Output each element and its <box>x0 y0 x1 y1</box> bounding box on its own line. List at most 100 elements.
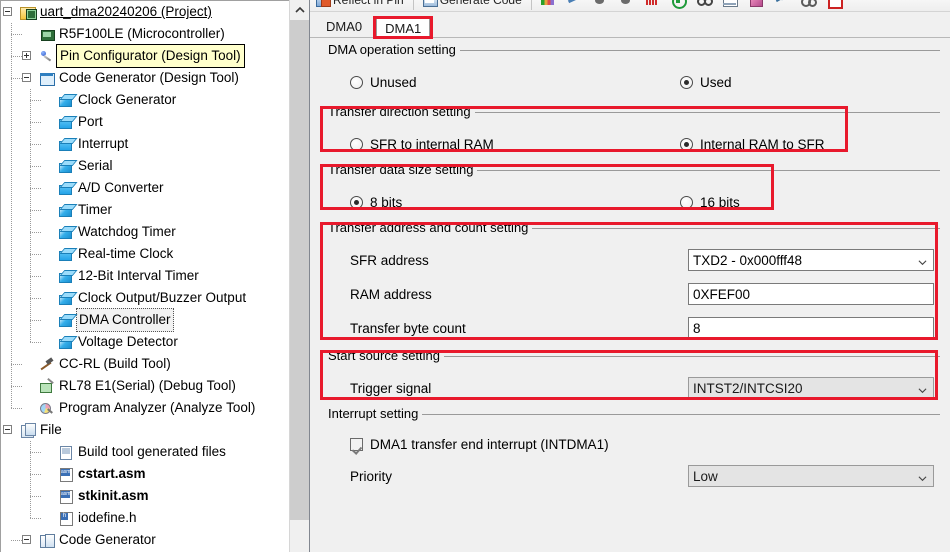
toolbar-button-label: Reflect in Pin <box>333 0 404 7</box>
radio-direction-sfr-to-ram[interactable]: SFR to internal RAM <box>350 137 680 152</box>
tree-item[interactable]: DMA Controller <box>1 308 289 332</box>
gears-icon <box>800 0 817 7</box>
tree-item-label: Voltage Detector <box>78 334 178 349</box>
radio-data-size-16bits[interactable]: 16 bits <box>680 195 740 210</box>
tree-item[interactable]: iodefine.h <box>1 507 289 529</box>
trigger-signal-combo[interactable]: INTST2/INTCSI20 <box>688 377 934 399</box>
tree-collapse-icon[interactable] <box>22 73 31 82</box>
dma-settings-panel: Reflect in Pin Generate Code DMA0 DMA1 D… <box>310 0 950 552</box>
cube-icon <box>57 224 75 240</box>
group-body: SFR address TXD2 - 0x000fff48 RAM addres… <box>322 235 940 345</box>
tree-item[interactable]: Clock Output/Buzzer Output <box>1 287 289 309</box>
tree-guide-line <box>30 144 42 145</box>
group-title: Interrupt setting <box>322 406 423 421</box>
toolbar-blue-arrow-button[interactable] <box>769 0 795 11</box>
toolbar[interactable]: Reflect in Pin Generate Code <box>310 0 950 12</box>
tree-item[interactable]: Voltage Detector <box>1 331 289 353</box>
asm-file-icon <box>57 466 75 482</box>
tree-item[interactable]: Code Generator (Design Tool) <box>1 67 289 89</box>
toolbar-magnifier-button[interactable] <box>613 0 639 11</box>
tree-item[interactable]: R5F100LE (Microcontroller) <box>1 23 289 45</box>
sfr-address-combo[interactable]: TXD2 - 0x000fff48 <box>688 249 934 271</box>
tree-item[interactable]: File <box>1 419 289 441</box>
project-tree[interactable]: uart_dma20240206 (Project) R5F100LE (Micr… <box>0 0 289 552</box>
toolbar-run-button[interactable] <box>665 0 691 11</box>
tree-item[interactable]: Program Analyzer (Analyze Tool) <box>1 397 289 419</box>
toolbar-glasses-button[interactable] <box>691 0 717 11</box>
ram-address-input[interactable]: 0XFEF00 <box>688 283 934 305</box>
toolbar-reflect-in-pin-button[interactable]: Reflect in Pin <box>310 0 410 11</box>
tree-collapse-icon[interactable] <box>3 7 12 16</box>
tree-item[interactable]: Serial <box>1 155 289 177</box>
toolbar-generate-code-button[interactable]: Generate Code <box>417 0 528 11</box>
tree-item[interactable]: Build tool generated files <box>1 441 289 463</box>
transfer-byte-count-value: 8 <box>693 320 701 336</box>
tree-item-label: RL78 E1(Serial) (Debug Tool) <box>59 378 236 393</box>
toolbar-pink-tool-button[interactable] <box>743 0 769 11</box>
radio-data-size-8bits[interactable]: 8 bits <box>350 195 680 210</box>
radio-direction-ram-to-sfr[interactable]: Internal RAM to SFR <box>680 137 825 152</box>
tree-item[interactable]: cstart.asm <box>1 463 289 485</box>
tree-item[interactable]: Code Generator <box>1 529 289 551</box>
tree-item-label: Pin Configurator (Design Tool) <box>56 44 245 68</box>
tree-item-label: Port <box>78 114 103 129</box>
scroll-thumb[interactable] <box>290 20 309 520</box>
toolbar-debug-button[interactable] <box>587 0 613 11</box>
transfer-byte-count-input[interactable]: 8 <box>688 317 934 339</box>
tree-item[interactable]: CC-RL (Build Tool) <box>1 353 289 375</box>
tree-item[interactable]: A/D Converter <box>1 177 289 199</box>
tree-expand-icon[interactable] <box>22 51 31 60</box>
tree-item[interactable]: stkinit.asm <box>1 485 289 507</box>
checkbox-dma1-transfer-end-interrupt[interactable]: DMA1 transfer end interrupt (INTDMA1) <box>350 437 609 452</box>
tree-vertical-scrollbar[interactable] <box>289 0 309 552</box>
label-sfr-address: SFR address <box>350 252 429 268</box>
chevron-down-icon <box>918 383 927 394</box>
tree-guide-line <box>11 34 23 35</box>
toolbar-stop-button[interactable] <box>821 0 847 11</box>
group-start-source-setting: Start source setting Trigger signal INTS… <box>320 348 940 402</box>
tree-item[interactable]: uart_dma20240206 (Project) <box>1 1 289 23</box>
tree-item[interactable]: Port <box>1 111 289 133</box>
radio-dma-operation-unused[interactable]: Unused <box>350 75 680 90</box>
toolbar-wrench-button[interactable] <box>561 0 587 11</box>
priority-combo[interactable]: Low <box>688 465 934 487</box>
tab-label: DMA0 <box>326 19 363 34</box>
radio-dma-operation-used[interactable]: Used <box>680 75 732 90</box>
cube-icon <box>57 268 75 284</box>
toolbar-color-palette-button[interactable] <box>535 0 561 11</box>
cube-icon <box>57 312 75 328</box>
tree-collapse-icon[interactable] <box>22 535 31 544</box>
tree-item[interactable]: Interrupt <box>1 133 289 155</box>
checkbox-label: DMA1 transfer end interrupt (INTDMA1) <box>370 436 609 452</box>
tree-item-label: R5F100LE (Microcontroller) <box>59 26 225 41</box>
window-icon <box>722 0 738 7</box>
tab-dma0[interactable]: DMA0 <box>318 17 371 37</box>
dma1-settings-form: DMA operation setting Unused Used Transf… <box>310 38 950 552</box>
tree-item[interactable]: 12-Bit Interval Timer <box>1 265 289 287</box>
tree-item-label: Real-time Clock <box>78 246 174 261</box>
radio-indicator <box>680 137 693 151</box>
tree-item[interactable]: Pin Configurator (Design Tool) <box>1 44 289 68</box>
tree-item[interactable]: Watchdog Timer <box>1 221 289 243</box>
cube-icon <box>57 334 75 350</box>
dma-tab-strip[interactable]: DMA0 DMA1 <box>310 12 950 39</box>
toolbar-window-button[interactable] <box>717 0 743 11</box>
tree-guide-line <box>30 276 42 277</box>
group-body: 8 bits 16 bits <box>322 177 940 219</box>
tree-item[interactable]: RL78 E1(Serial) (Debug Tool) <box>1 375 289 397</box>
tree-item[interactable]: Timer <box>1 199 289 221</box>
tree-item-label: cstart.asm <box>78 466 146 481</box>
toolbar-gears-button[interactable] <box>795 0 821 11</box>
tree-guide-line <box>30 452 42 453</box>
tab-dma1[interactable]: DMA1 <box>373 16 434 39</box>
scroll-up-arrow-icon[interactable] <box>290 0 309 20</box>
blue-arrow-icon <box>775 0 789 7</box>
tree-guide-line <box>11 540 23 541</box>
tree-guide-line <box>30 232 42 233</box>
tree-item[interactable]: Real-time Clock <box>1 243 289 265</box>
tree-collapse-icon[interactable] <box>3 425 12 434</box>
group-title: DMA operation setting <box>322 42 460 57</box>
tree-guide-line <box>30 298 42 299</box>
tree-item[interactable]: Clock Generator <box>1 89 289 111</box>
toolbar-red-bars-button[interactable] <box>639 0 665 11</box>
